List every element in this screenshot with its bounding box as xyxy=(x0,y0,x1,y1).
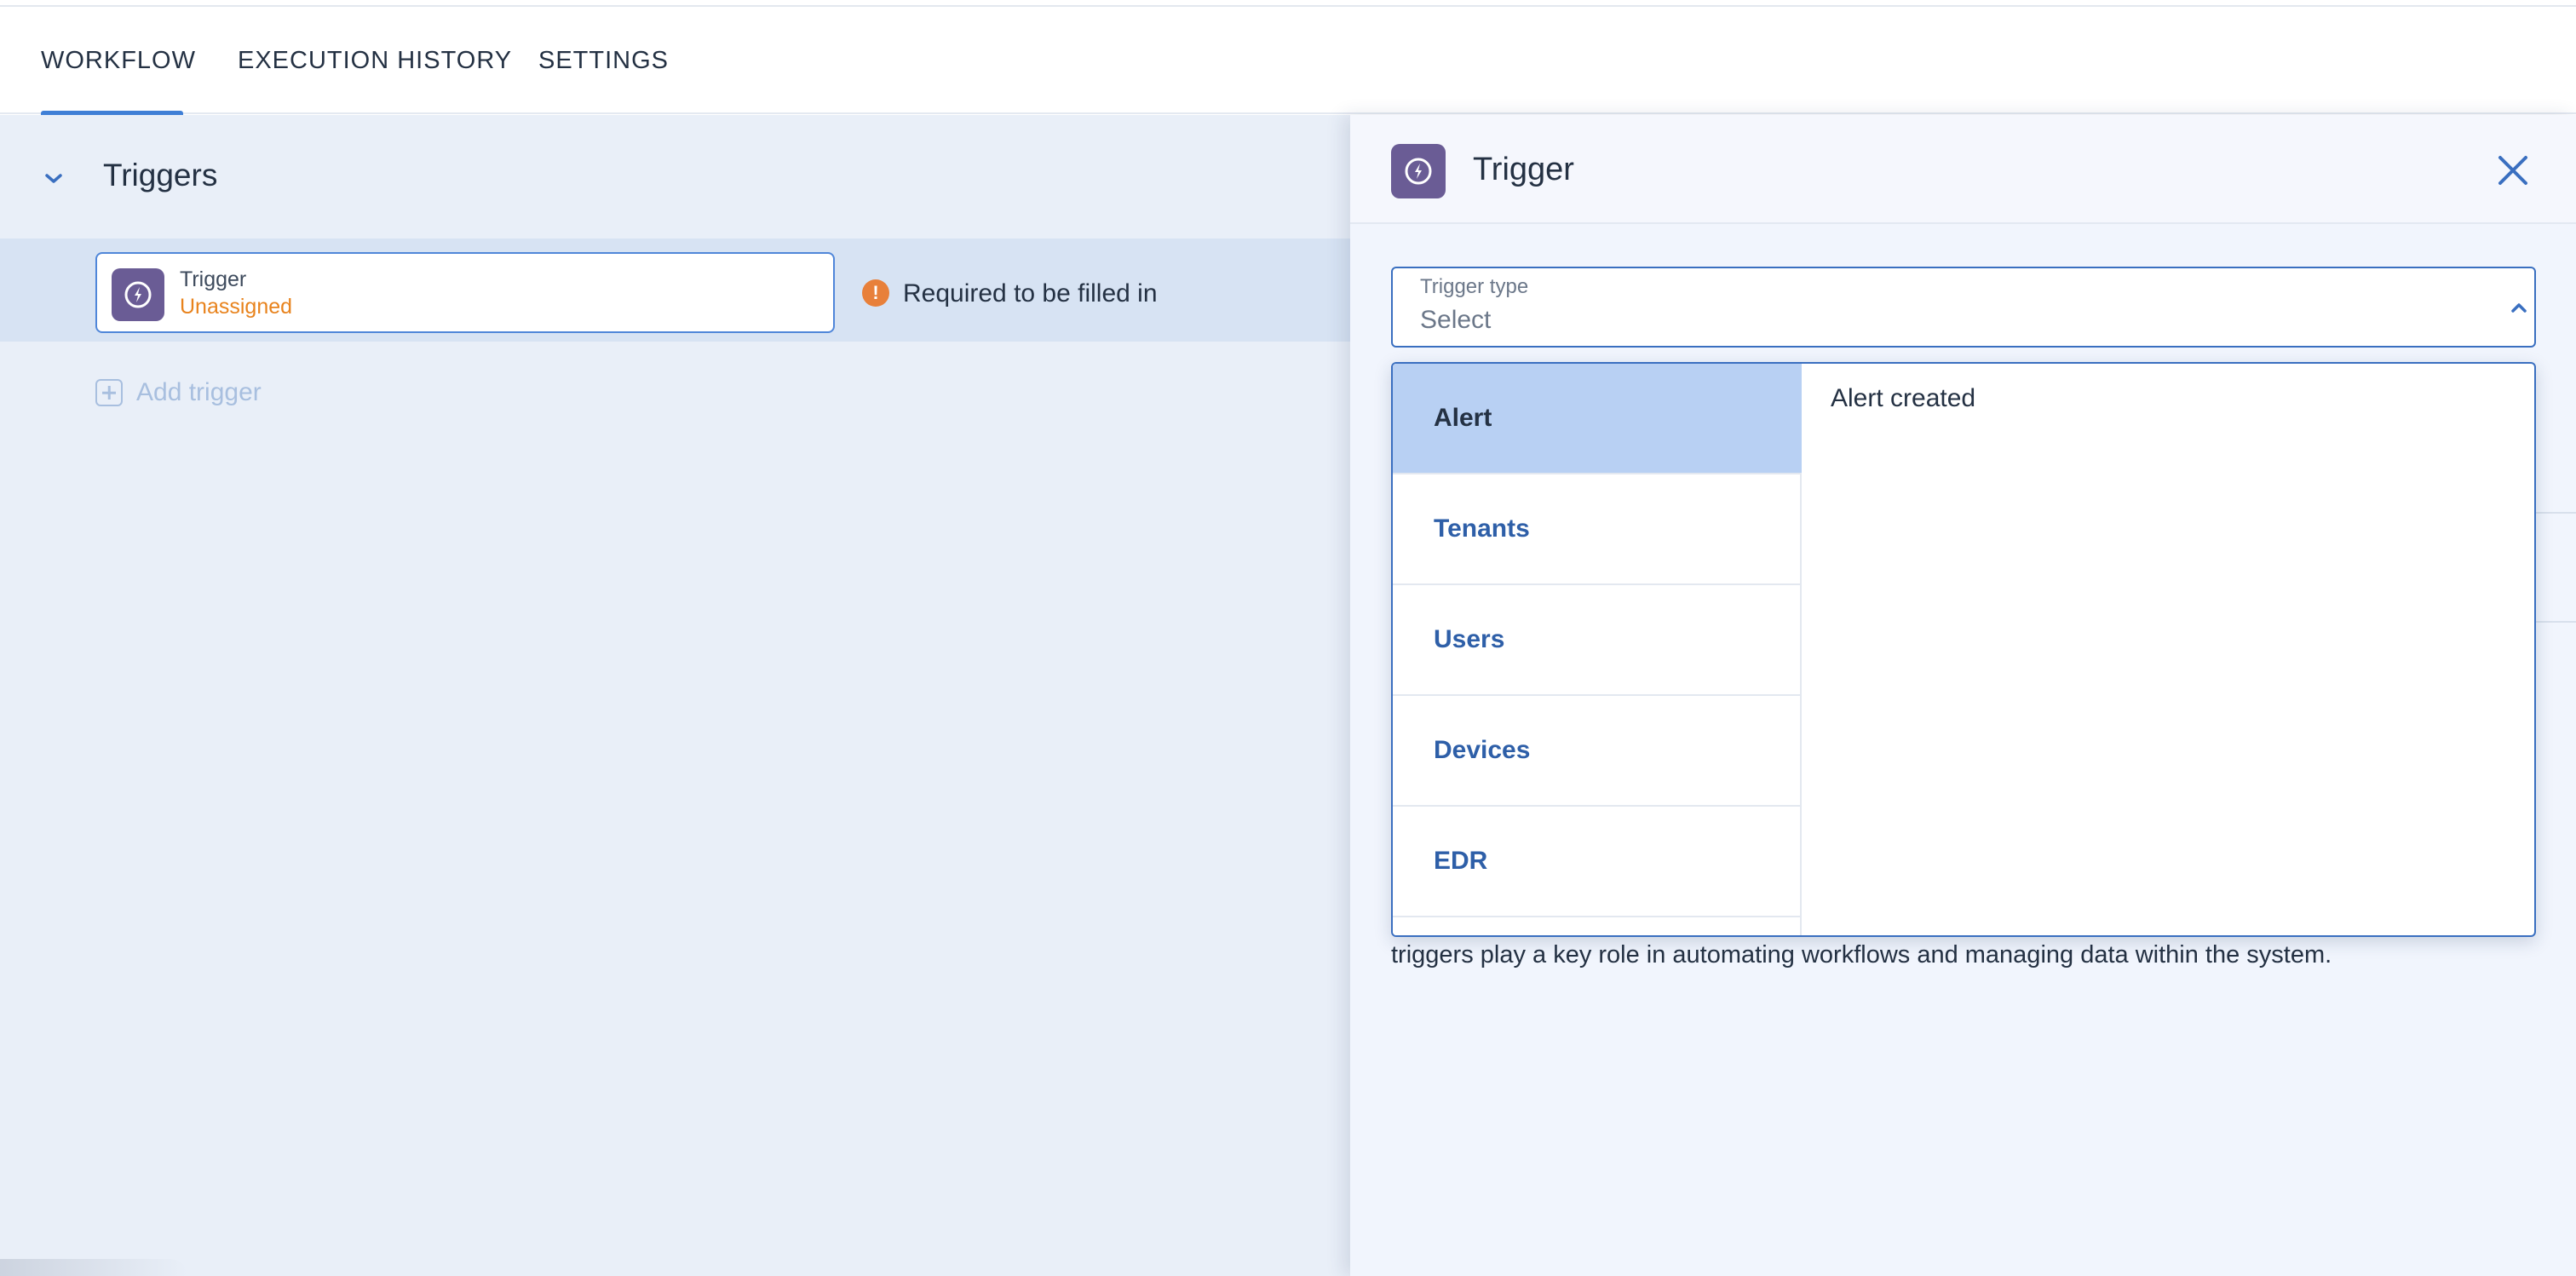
tab-execution-history[interactable]: EXECUTION HISTORY xyxy=(238,7,512,114)
tab-settings[interactable]: SETTINGS xyxy=(538,7,669,114)
trigger-card-status: Unassigned xyxy=(180,295,293,319)
category-list: Alert Tenants Users Devices EDR xyxy=(1393,364,1802,935)
panel-description: triggers play a key role in automating w… xyxy=(1391,941,2332,968)
add-trigger-label: Add trigger xyxy=(136,378,262,406)
trigger-type-value: Select xyxy=(1420,306,1492,334)
validation-message: Required to be filled in xyxy=(903,279,1158,308)
window-corner-shadow xyxy=(0,1259,187,1276)
trigger-type-select[interactable]: Trigger type Select xyxy=(1391,267,2536,348)
trigger-card-name: Trigger xyxy=(180,267,247,291)
category-item-tenants[interactable]: Tenants xyxy=(1393,474,1802,585)
add-trigger-button[interactable]: Add trigger xyxy=(95,376,262,410)
chevron-up-icon[interactable] xyxy=(2507,296,2531,319)
triggers-title: Triggers xyxy=(103,158,218,193)
chevron-down-icon[interactable] xyxy=(41,166,66,192)
panel-title: Trigger xyxy=(1473,152,1574,187)
panel-header: Trigger xyxy=(1350,115,2576,224)
category-item-edr[interactable]: EDR xyxy=(1393,807,1802,917)
category-item-devices[interactable]: Devices xyxy=(1393,696,1802,807)
event-item-alert-created[interactable]: Alert created xyxy=(1803,364,2534,435)
event-list: Alert created xyxy=(1803,364,2534,935)
trigger-type-dropdown: Alert Tenants Users Devices EDR Alert cr… xyxy=(1391,362,2536,937)
triggers-section-header[interactable]: Triggers xyxy=(0,115,1350,238)
tab-workflow[interactable]: WORKFLOW xyxy=(41,7,195,116)
plus-square-icon xyxy=(95,379,123,406)
trigger-card[interactable]: Trigger Unassigned xyxy=(95,252,835,333)
warning-icon: ! xyxy=(862,279,889,307)
category-item-alert[interactable]: Alert xyxy=(1393,364,1802,474)
workflow-canvas: Triggers Trigger Unassigned ! Required t… xyxy=(0,115,1350,1276)
trigger-type-label: Trigger type xyxy=(1420,275,1529,298)
trigger-icon xyxy=(1391,144,1446,198)
tab-bar: WORKFLOW EXECUTION HISTORY SETTINGS xyxy=(0,7,2576,116)
trigger-icon xyxy=(112,268,164,321)
close-icon[interactable] xyxy=(2493,151,2533,190)
category-item-users[interactable]: Users xyxy=(1393,585,1802,696)
